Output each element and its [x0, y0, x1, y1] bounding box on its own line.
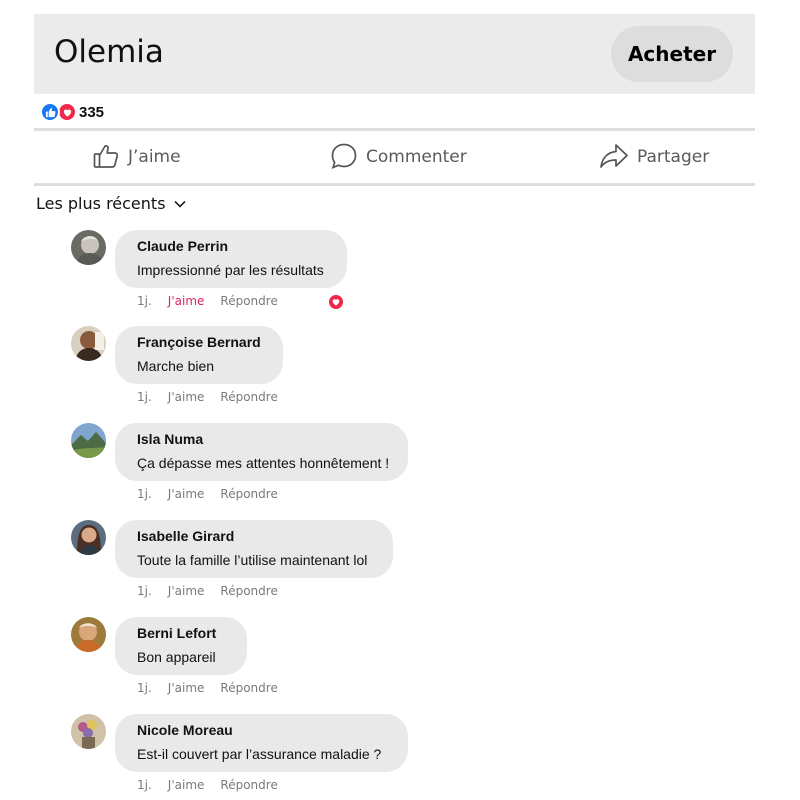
- comment-item: Françoise Bernard Marche bien 1j. J'aime…: [0, 326, 800, 416]
- comment-reply-link[interactable]: Répondre: [220, 294, 277, 308]
- avatar[interactable]: [71, 520, 106, 555]
- comment-time: 1j.: [137, 584, 152, 598]
- comment-meta: 1j. J'aime Répondre: [137, 390, 294, 404]
- comment-item: Berni Lefort Bon appareil 1j. J'aime Rép…: [0, 617, 800, 707]
- comment-author[interactable]: Nicole Moreau: [137, 722, 386, 738]
- comment-time: 1j.: [137, 294, 152, 308]
- comment-reply-link[interactable]: Répondre: [220, 778, 277, 792]
- like-label: J’aime: [128, 147, 181, 167]
- comment-like-link[interactable]: J'aime: [168, 584, 205, 598]
- comment-bubble: Isla Numa Ça dépasse mes attentes honnêt…: [115, 423, 408, 481]
- comment-item: Nicole Moreau Est-il couvert par l’assur…: [0, 714, 800, 800]
- comment-item: Claude Perrin Impressionné par les résul…: [0, 230, 800, 320]
- avatar[interactable]: [71, 230, 106, 265]
- comment-bubble: Françoise Bernard Marche bien: [115, 326, 283, 384]
- comment-text: Toute la famille l’utilise maintenant lo…: [137, 552, 368, 568]
- thumbs-up-icon: [92, 142, 120, 173]
- comment-bubble: Isabelle Girard Toute la famille l’utili…: [115, 520, 393, 578]
- comment-meta: 1j. J'aime Répondre: [137, 487, 294, 501]
- comment-text: Marche bien: [137, 358, 215, 374]
- thumbs-up-reaction-icon: [40, 102, 60, 122]
- comment-author[interactable]: Isla Numa: [137, 431, 386, 447]
- like-button[interactable]: J’aime: [92, 140, 181, 174]
- comment-item: Isabelle Girard Toute la famille l’utili…: [0, 520, 800, 610]
- comment-label: Commenter: [366, 147, 467, 167]
- comment-like-link[interactable]: J'aime: [168, 778, 205, 792]
- divider: [34, 128, 755, 131]
- comment-reply-link[interactable]: Répondre: [220, 584, 277, 598]
- comment-text: Est-il couvert par l’assurance maladie ?: [137, 746, 382, 762]
- speech-bubble-icon: [330, 142, 358, 173]
- comment-text: Ça dépasse mes attentes honnêtement !: [137, 455, 390, 471]
- comment-bubble: Claude Perrin Impressionné par les résul…: [115, 230, 347, 288]
- comment-author[interactable]: Berni Lefort: [137, 625, 225, 641]
- comment-reply-link[interactable]: Répondre: [220, 487, 277, 501]
- product-header: Olemia Acheter: [34, 14, 755, 94]
- comment-author[interactable]: Françoise Bernard: [137, 334, 261, 350]
- comment-button[interactable]: Commenter: [330, 140, 467, 174]
- comment-bubble: Nicole Moreau Est-il couvert par l’assur…: [115, 714, 408, 772]
- comment-like-link[interactable]: J'aime: [168, 487, 205, 501]
- comment-like-link[interactable]: J'aime: [168, 294, 205, 308]
- divider: [34, 183, 755, 186]
- comment-meta: 1j. J'aime Répondre: [137, 778, 294, 792]
- reaction-count: 335: [79, 103, 105, 121]
- comment-author[interactable]: Isabelle Girard: [137, 528, 371, 544]
- reaction-summary[interactable]: 335: [40, 101, 104, 123]
- share-arrow-icon: [599, 142, 629, 173]
- comment-author[interactable]: Claude Perrin: [137, 238, 325, 254]
- comment-time: 1j.: [137, 778, 152, 792]
- avatar[interactable]: [71, 326, 106, 361]
- comment-time: 1j.: [137, 487, 152, 501]
- comment-item: Isla Numa Ça dépasse mes attentes honnêt…: [0, 423, 800, 513]
- comment-meta: 1j. J'aime Répondre: [137, 681, 294, 695]
- comment-meta: 1j. J'aime Répondre: [137, 584, 294, 598]
- brand-name: Olemia: [54, 34, 164, 70]
- comment-meta: 1j. J'aime Répondre: [137, 294, 294, 308]
- comment-time: 1j.: [137, 390, 152, 404]
- comment-like-link[interactable]: J'aime: [168, 390, 205, 404]
- avatar[interactable]: [71, 714, 106, 749]
- heart-icon: [327, 293, 345, 311]
- sort-dropdown[interactable]: Les plus récents: [36, 194, 186, 213]
- sort-label: Les plus récents: [36, 194, 166, 213]
- comment-reply-link[interactable]: Répondre: [220, 681, 277, 695]
- share-label: Partager: [637, 147, 710, 167]
- heart-reaction-icon: [57, 102, 77, 122]
- avatar[interactable]: [71, 617, 106, 652]
- comment-text: Impressionné par les résultats: [137, 262, 324, 278]
- comment-reply-link[interactable]: Répondre: [220, 390, 277, 404]
- comment-like-link[interactable]: J'aime: [168, 681, 205, 695]
- buy-button[interactable]: Acheter: [611, 26, 733, 82]
- share-button[interactable]: Partager: [599, 140, 709, 174]
- comment-time: 1j.: [137, 681, 152, 695]
- comment-text: Bon appareil: [137, 649, 216, 665]
- chevron-down-icon: [173, 195, 186, 213]
- avatar[interactable]: [71, 423, 106, 458]
- comment-bubble: Berni Lefort Bon appareil: [115, 617, 247, 675]
